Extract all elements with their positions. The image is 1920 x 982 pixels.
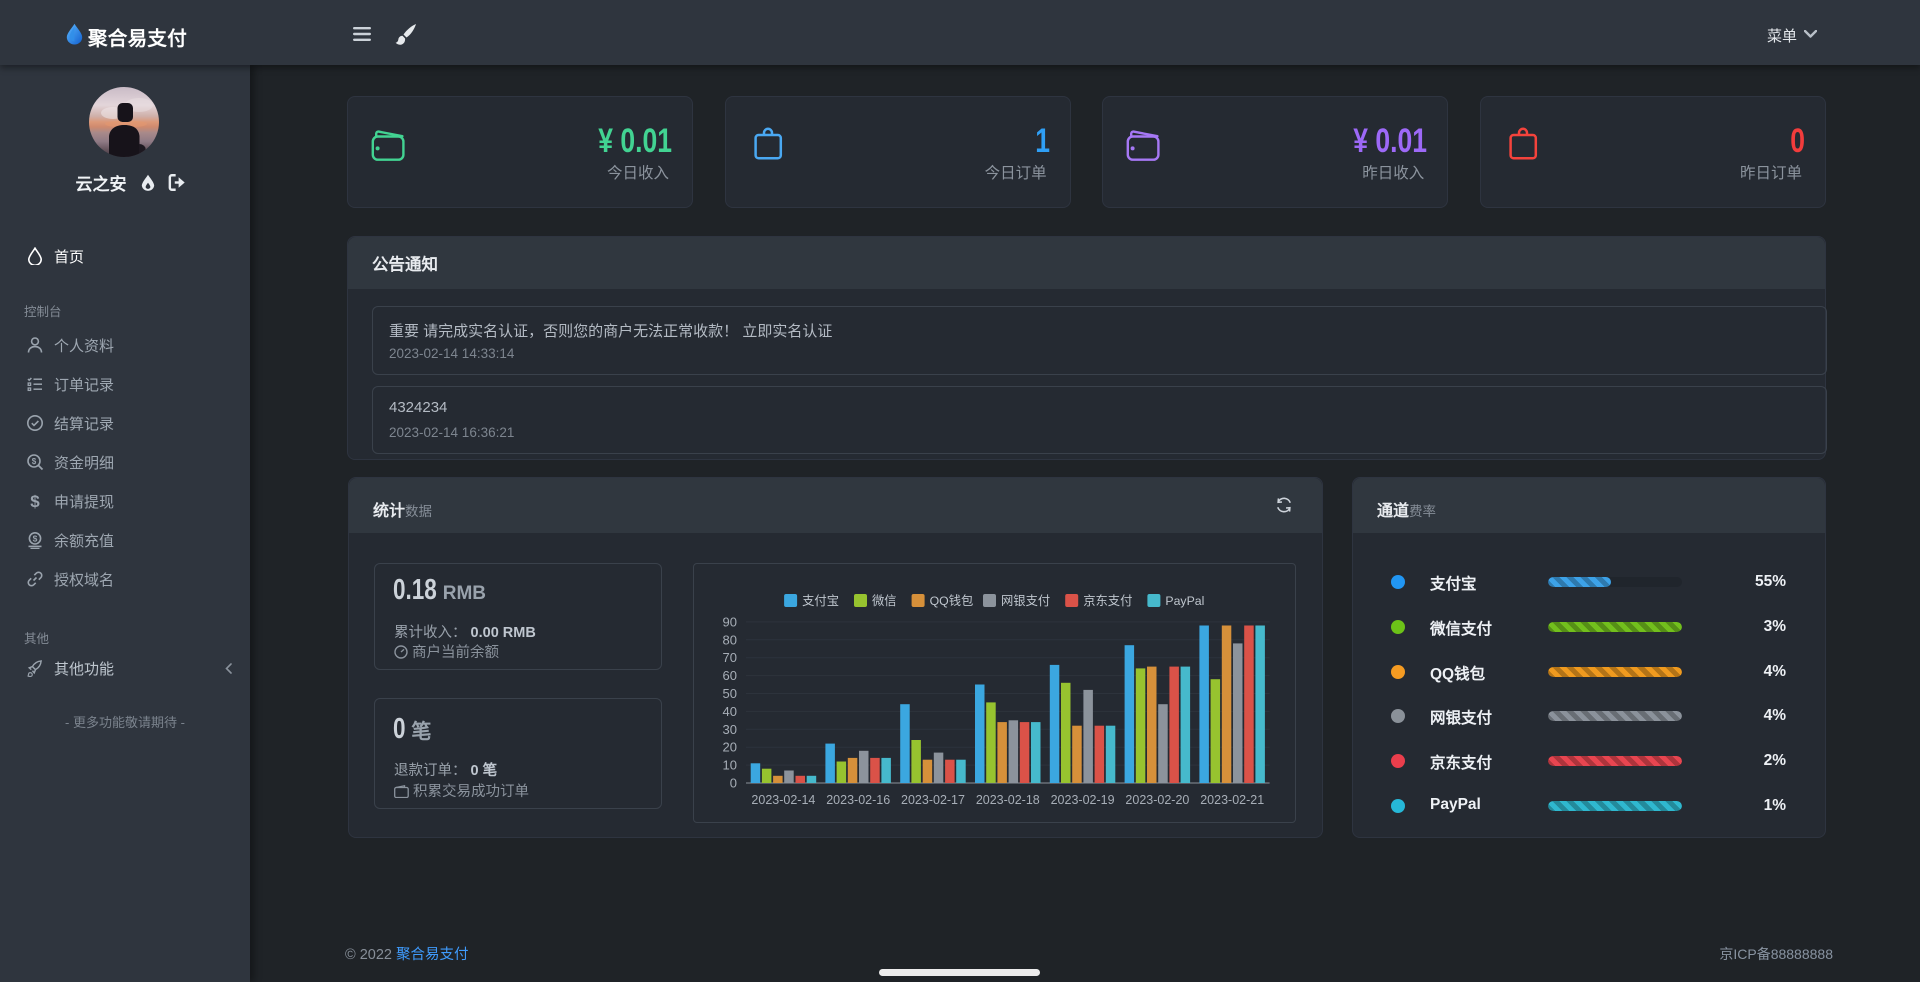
svg-text:70: 70 (723, 650, 737, 665)
svg-text:20: 20 (723, 740, 737, 755)
svg-text:60: 60 (723, 668, 737, 683)
svg-text:90: 90 (723, 614, 737, 629)
svg-text:30: 30 (723, 722, 737, 737)
svg-text:40: 40 (723, 704, 737, 719)
svg-text:0: 0 (730, 776, 737, 791)
svg-text:2023-02-17: 2023-02-17 (901, 793, 965, 807)
svg-text:PayPal: PayPal (1165, 594, 1204, 608)
svg-text:网银支付: 网银支付 (1001, 594, 1050, 608)
svg-text:支付宝: 支付宝 (802, 594, 839, 608)
svg-text:京东支付: 京东支付 (1083, 594, 1132, 608)
svg-text:2023-02-19: 2023-02-19 (1051, 793, 1115, 807)
svg-text:QQ钱包: QQ钱包 (930, 593, 974, 608)
svg-text:80: 80 (723, 632, 737, 647)
svg-text:50: 50 (723, 686, 737, 701)
svg-text:$: $ (30, 492, 40, 510)
svg-text:$: $ (33, 533, 38, 543)
svg-text:2023-02-16: 2023-02-16 (826, 793, 890, 807)
svg-text:2023-02-21: 2023-02-21 (1200, 793, 1264, 807)
svg-text:$: $ (32, 457, 37, 466)
svg-text:微信: 微信 (872, 594, 897, 608)
svg-text:2023-02-18: 2023-02-18 (976, 793, 1040, 807)
svg-text:2023-02-14: 2023-02-14 (751, 793, 815, 807)
svg-text:2023-02-20: 2023-02-20 (1125, 793, 1189, 807)
svg-text:10: 10 (723, 758, 737, 773)
